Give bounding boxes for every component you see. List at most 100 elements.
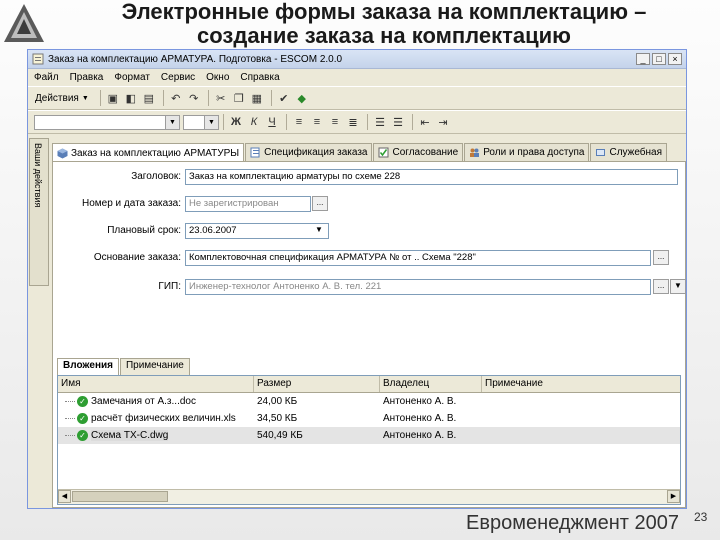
number-date-field: Не зарегистрирован	[185, 196, 311, 212]
bold-button[interactable]: Ж	[228, 114, 244, 130]
align-left-icon[interactable]: ≡	[291, 114, 307, 130]
deadline-field[interactable]: 23.06.2007	[185, 223, 329, 239]
subtab-attachments[interactable]: Вложения	[57, 358, 119, 375]
standard-toolbar: Действия ▼ ▣ ◧ ▤ ↶ ↷ ✂ ❐ ▦ ✔ ◆	[28, 86, 686, 110]
subtab-notes[interactable]: Примечание	[119, 358, 190, 375]
horizontal-scrollbar[interactable]: ◀ ▶	[58, 489, 680, 504]
menu-bar: Файл Правка Формат Сервис Окно Справка	[28, 69, 686, 86]
scrollbar-thumb[interactable]	[72, 491, 168, 502]
menu-file[interactable]: Файл	[34, 72, 59, 83]
toolbar-separator	[270, 90, 272, 106]
print-icon[interactable]: ▤	[141, 90, 157, 106]
table-header: Имя Размер Владелец Примечание	[58, 376, 680, 393]
tab-approval[interactable]: Согласование	[373, 143, 464, 161]
tab-order[interactable]: Заказ на комплектацию АРМАТУРЫ	[52, 143, 245, 162]
actions-dropdown[interactable]: Действия ▼	[32, 93, 92, 104]
toolbar-separator	[223, 114, 224, 130]
menu-edit[interactable]: Правка	[70, 72, 104, 83]
tab-roles[interactable]: Роли и права доступа	[464, 143, 590, 161]
toolbar-separator	[207, 90, 209, 106]
tab-label: Спецификация заказа	[264, 147, 368, 158]
tree-connector	[65, 400, 75, 402]
italic-button[interactable]: К	[246, 114, 262, 130]
row-name-cell: ✓ Замечания от А.з...doc	[58, 395, 254, 407]
tab-label: Служебная	[609, 147, 663, 158]
cube-icon	[57, 148, 68, 158]
numbered-list-icon[interactable]: ☰	[372, 114, 388, 130]
undo-icon[interactable]: ↶	[168, 90, 184, 106]
footer-brand: Евроменеджмент 2007	[466, 512, 679, 534]
tab-service[interactable]: Служебная	[590, 143, 668, 161]
page-number: 23	[694, 510, 708, 524]
bullet-list-icon[interactable]: ☰	[390, 114, 406, 130]
gip-dropdown-button[interactable]: ▼	[670, 279, 686, 294]
window-titlebar[interactable]: Заказ на комплектацию АРМАТУРА. Подготов…	[28, 50, 686, 69]
table-row[interactable]: ✓ расчёт физических величин.xls 34,50 КБ …	[58, 410, 680, 427]
justify-icon[interactable]: ≣	[345, 114, 361, 130]
indent-icon[interactable]: ⇥	[435, 114, 451, 130]
column-name[interactable]: Имя	[58, 376, 254, 392]
tree-connector	[65, 434, 75, 436]
paste-icon[interactable]: ▦	[249, 90, 265, 106]
scroll-left-icon[interactable]: ◀	[58, 490, 71, 503]
redo-icon[interactable]: ↷	[186, 90, 202, 106]
align-right-icon[interactable]: ≡	[327, 114, 343, 130]
number-browse-button[interactable]: ...	[312, 196, 328, 211]
roles-icon	[470, 148, 480, 157]
file-size: 34,50 КБ	[257, 413, 298, 424]
maximize-button[interactable]: □	[652, 53, 666, 65]
close-button[interactable]: ×	[668, 53, 682, 65]
menu-service[interactable]: Сервис	[161, 72, 195, 83]
table-row-selected[interactable]: ✓ Схема ТХ-С.dwg 540,49 КБ Антоненко А. В…	[58, 427, 680, 444]
file-owner: Антоненко А. В.	[383, 396, 457, 407]
title-label: Заголовок:	[131, 171, 181, 182]
sidebar-actions-tab[interactable]: Ваши действия	[29, 138, 49, 286]
align-center-icon[interactable]: ≡	[309, 114, 325, 130]
attachments-table: Имя Размер Владелец Примечание ✓ Замечани…	[57, 375, 681, 505]
menu-help[interactable]: Справка	[240, 72, 279, 83]
column-size[interactable]: Размер	[254, 376, 380, 392]
chevron-down-icon: ▼	[81, 94, 89, 102]
title-field[interactable]: Заказ на комплектацию арматуры по схеме …	[185, 169, 678, 185]
row-name-cell: ✓ расчёт физических величин.xls	[58, 412, 254, 424]
refresh-icon[interactable]: ◆	[294, 90, 310, 106]
underline-button[interactable]: Ч	[264, 114, 280, 130]
chevron-down-icon: ▼	[165, 115, 179, 129]
outdent-icon[interactable]: ⇤	[417, 114, 433, 130]
basis-browse-button[interactable]: ...	[653, 250, 669, 265]
disk-icon[interactable]: ◧	[123, 90, 139, 106]
deadline-label: Плановый срок:	[107, 225, 181, 236]
table-row[interactable]: ✓ Замечания от А.з...doc 24,00 КБ Антонен…	[58, 393, 680, 410]
menu-format[interactable]: Формат	[114, 72, 150, 83]
format-toolbar: ▼ ▼ Ж К Ч ≡ ≡ ≡ ≣ ☰ ☰ ⇤ ⇥	[28, 110, 686, 134]
menu-window[interactable]: Окно	[206, 72, 229, 83]
save-icon[interactable]: ▣	[105, 90, 121, 106]
gip-label: ГИП:	[158, 281, 181, 292]
gip-browse-button[interactable]: ...	[653, 279, 669, 294]
minimize-button[interactable]: _	[636, 53, 650, 65]
scroll-right-icon[interactable]: ▶	[667, 490, 680, 503]
toolbar-separator	[99, 90, 101, 106]
font-name-combo[interactable]: ▼	[34, 114, 180, 130]
cut-icon[interactable]: ✂	[213, 90, 229, 106]
check-icon: ✓	[77, 429, 88, 441]
file-owner: Антоненко А. В.	[383, 430, 457, 441]
font-size-combo[interactable]: ▼	[183, 114, 219, 130]
toolbar-separator	[162, 90, 164, 106]
copy-icon[interactable]: ❐	[231, 90, 247, 106]
file-size: 540,49 КБ	[257, 430, 303, 441]
spellcheck-icon[interactable]: ✔	[276, 90, 292, 106]
column-owner[interactable]: Владелец	[380, 376, 482, 392]
column-note[interactable]: Примечание	[482, 376, 680, 392]
tab-strip: Заказ на комплектацию АРМАТУРЫ Специфика…	[52, 143, 686, 162]
tab-specification[interactable]: Спецификация заказа	[245, 143, 373, 161]
check-icon: ✓	[77, 395, 88, 407]
tab-label: Согласование	[392, 147, 459, 158]
file-size: 24,00 КБ	[257, 396, 298, 407]
basis-field[interactable]: Комплектовочная спецификация АРМАТУРА № …	[185, 250, 651, 266]
toolbar-separator	[412, 114, 413, 130]
check-icon: ✓	[77, 412, 88, 424]
chevron-down-icon[interactable]: ▼	[315, 225, 323, 234]
slide-title: Электронные формы заказа на комплектацию…	[48, 0, 720, 48]
spec-icon	[250, 147, 260, 158]
